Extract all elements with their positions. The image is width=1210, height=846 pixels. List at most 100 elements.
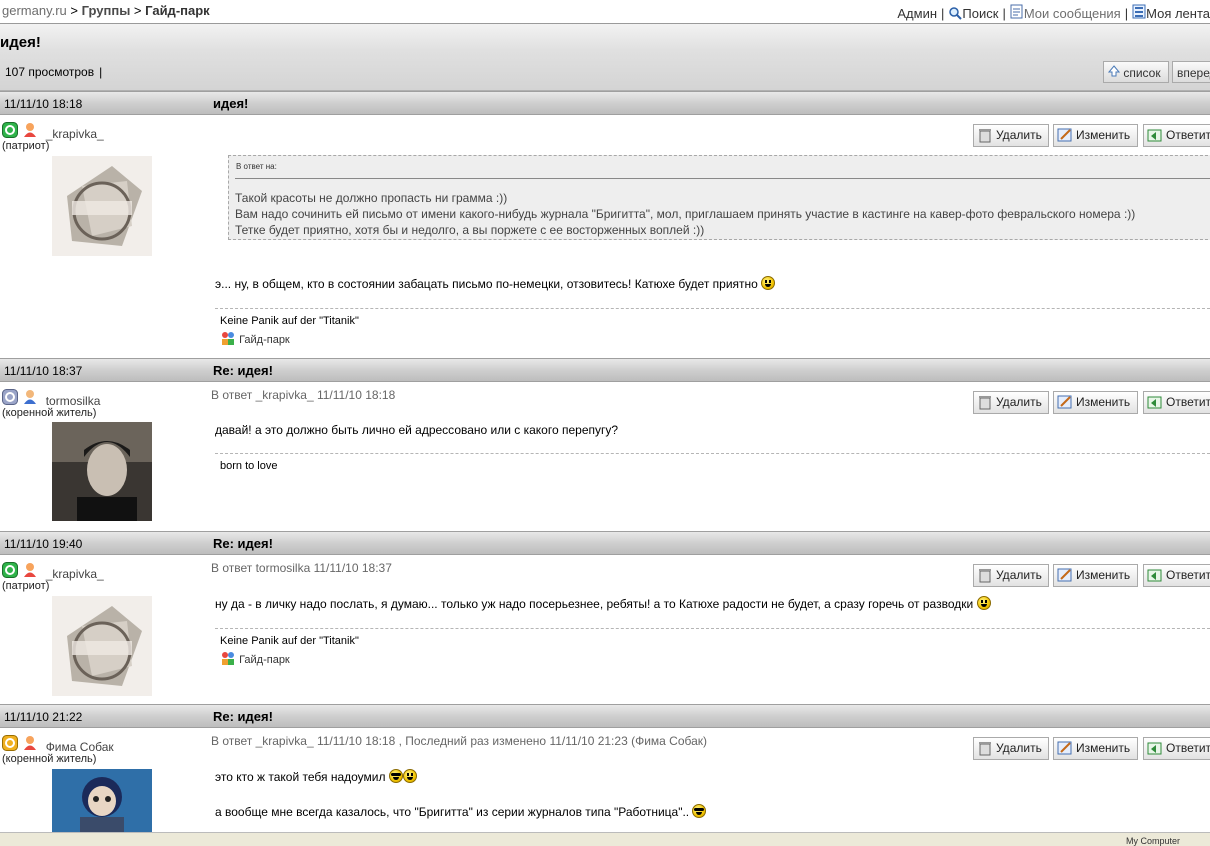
post-body: э... ну, в общем, кто в состоянии забаца… bbox=[215, 276, 776, 291]
post-header: 11/11/10 18:37 Re: идея! bbox=[0, 358, 1210, 382]
breadcrumb: germany.ru > Группы > Гайд-парк bbox=[2, 3, 210, 18]
admin-link[interactable]: Админ bbox=[897, 6, 937, 21]
post-body: давай! а это должно быть лично ей адресс… bbox=[215, 423, 618, 437]
pencil-icon bbox=[1057, 740, 1073, 763]
user-avatar[interactable] bbox=[52, 769, 152, 832]
reply-button[interactable]: Ответить bbox=[1143, 737, 1210, 760]
post-text: давай! а это должно быть лично ей адресс… bbox=[215, 423, 619, 437]
group-link[interactable]: Гайд-парк bbox=[239, 654, 290, 666]
signature-group: Гайд-парк bbox=[220, 651, 290, 666]
signature-text: born to love bbox=[220, 460, 278, 472]
post-date: 11/11/10 18:37 bbox=[4, 364, 83, 378]
quote-line: Такой красоты не должно пропасть ни грам… bbox=[235, 191, 508, 205]
delete-button-label: Удалить bbox=[996, 568, 1042, 582]
post-text: а вообще мне всегда казалось, что "Бриги… bbox=[215, 805, 690, 819]
list-button-label: список bbox=[1123, 66, 1161, 80]
breadcrumb-site-link[interactable]: germany.ru bbox=[2, 3, 67, 18]
post-subject[interactable]: идея! bbox=[213, 96, 248, 111]
my-messages-link[interactable]: Мои сообщения bbox=[1024, 6, 1121, 21]
reply-icon bbox=[1147, 567, 1163, 590]
delete-button[interactable]: Удалить bbox=[973, 124, 1049, 147]
online-status-icon bbox=[2, 122, 19, 141]
user-avatar[interactable] bbox=[52, 156, 152, 256]
reply-button-label: Ответить bbox=[1166, 741, 1210, 755]
edit-button[interactable]: Изменить bbox=[1053, 124, 1138, 147]
post-text: э... ну, в общем, кто в состоянии забаца… bbox=[215, 277, 758, 291]
delete-button[interactable]: Удалить bbox=[973, 391, 1049, 414]
edit-button[interactable]: Изменить bbox=[1053, 391, 1138, 414]
post-author: Фима Собак bbox=[2, 735, 114, 754]
reply-button[interactable]: Ответить bbox=[1143, 124, 1210, 147]
username-link[interactable]: Фима Собак bbox=[46, 740, 114, 754]
signature-group: Гайд-парк bbox=[220, 331, 290, 346]
group-link[interactable]: Гайд-парк bbox=[239, 334, 290, 346]
username-link[interactable]: _krapivka_ bbox=[46, 127, 104, 141]
smiley-icon bbox=[976, 596, 991, 610]
female-user-icon bbox=[22, 736, 39, 754]
signature-text: Keine Panik auf der "Titanik" bbox=[220, 315, 359, 327]
post-subject[interactable]: Re: идея! bbox=[213, 709, 273, 724]
quote-block: В ответ на: Такой красоты не должно проп… bbox=[228, 155, 1210, 240]
reply-button[interactable]: Ответить bbox=[1143, 564, 1210, 587]
pencil-icon bbox=[1057, 127, 1073, 150]
windows-taskbar: My Computer bbox=[0, 832, 1210, 846]
edit-button-label: Изменить bbox=[1076, 568, 1131, 582]
post-header: 11/11/10 21:22 Re: идея! bbox=[0, 704, 1210, 728]
edit-button-label: Изменить bbox=[1076, 395, 1131, 409]
my-feed-link[interactable]: Моя лента bbox=[1146, 6, 1210, 21]
delete-button[interactable]: Удалить bbox=[973, 564, 1049, 587]
quote-line: Вам надо сочинить ей письмо от имени как… bbox=[235, 207, 1136, 221]
username-link[interactable]: _krapivka_ bbox=[46, 567, 104, 581]
post-subject[interactable]: Re: идея! bbox=[213, 363, 273, 378]
avatar-image bbox=[52, 422, 152, 521]
reply-button[interactable]: Ответить bbox=[1143, 391, 1210, 414]
search-link[interactable]: Поиск bbox=[962, 6, 998, 21]
edit-button[interactable]: Изменить bbox=[1053, 564, 1138, 587]
post-body: это кто ж такой тебя надоумил bbox=[215, 769, 417, 784]
offline-status-icon bbox=[2, 389, 19, 408]
pencil-icon bbox=[1057, 567, 1073, 590]
post-author: _krapivka_ bbox=[2, 122, 104, 141]
quote-divider bbox=[235, 178, 1210, 179]
avatar-image bbox=[52, 769, 152, 832]
edit-button-label: Изменить bbox=[1076, 128, 1131, 142]
female-user-icon bbox=[22, 563, 39, 581]
reply-icon bbox=[1147, 740, 1163, 763]
username-link[interactable]: tormosilka bbox=[46, 394, 101, 408]
breadcrumb-groups-link[interactable]: Группы bbox=[82, 3, 131, 18]
up-arrow-icon bbox=[1107, 65, 1121, 80]
breadcrumb-current: Гайд-парк bbox=[145, 3, 210, 18]
reply-icon bbox=[1147, 394, 1163, 417]
delete-button[interactable]: Удалить bbox=[973, 737, 1049, 760]
edit-button-label: Изменить bbox=[1076, 741, 1131, 755]
delete-button-label: Удалить bbox=[996, 741, 1042, 755]
smiley-icon bbox=[761, 276, 776, 290]
user-avatar[interactable] bbox=[52, 596, 152, 696]
group-icon bbox=[220, 332, 236, 346]
post-header: 11/11/10 19:40 Re: идея! bbox=[0, 531, 1210, 555]
post-date: 11/11/10 19:40 bbox=[4, 537, 83, 551]
user-rank: (патриот) bbox=[2, 140, 50, 152]
post-text: это кто ж такой тебя надоумил bbox=[215, 770, 386, 784]
trash-icon bbox=[977, 394, 993, 417]
search-icon bbox=[948, 6, 963, 23]
user-rank: (коренной житель) bbox=[2, 407, 97, 419]
edit-button[interactable]: Изменить bbox=[1053, 737, 1138, 760]
post-author: _krapivka_ bbox=[2, 562, 104, 581]
list-button[interactable]: список bbox=[1103, 61, 1169, 83]
delete-button-label: Удалить bbox=[996, 128, 1042, 142]
reply-info[interactable]: В ответ tormosilka 11/11/10 18:37 bbox=[211, 561, 392, 575]
post-body-continued: а вообще мне всегда казалось, что "Бриги… bbox=[215, 804, 707, 819]
reply-info[interactable]: В ответ _krapivka_ 11/11/10 18:18 , Посл… bbox=[211, 734, 707, 748]
next-button[interactable]: вперед bbox=[1172, 61, 1210, 83]
user-avatar[interactable] bbox=[52, 422, 152, 521]
reply-button-label: Ответить bbox=[1166, 568, 1210, 582]
trash-icon bbox=[977, 127, 993, 150]
views-count: 107 просмотров | bbox=[5, 65, 102, 79]
post-subject[interactable]: Re: идея! bbox=[213, 536, 273, 551]
top-bar: germany.ru > Группы > Гайд-парк Админ | По… bbox=[0, 0, 1210, 24]
group-icon bbox=[220, 652, 236, 666]
reply-info[interactable]: В ответ _krapivka_ 11/11/10 18:18 bbox=[211, 388, 395, 402]
signature-divider bbox=[215, 453, 1210, 454]
post-header: 11/11/10 18:18 идея! bbox=[0, 91, 1210, 115]
